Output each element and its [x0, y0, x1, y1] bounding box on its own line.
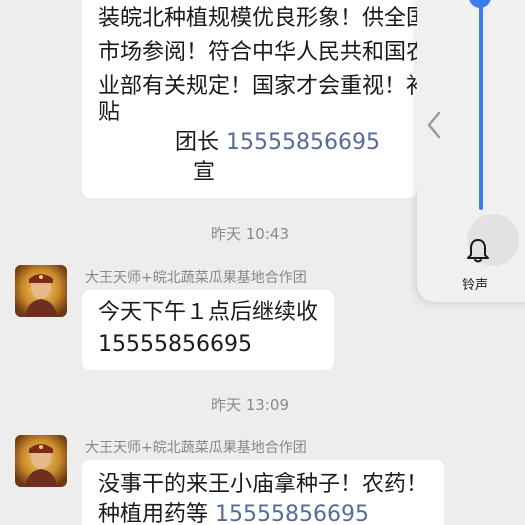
message-bubble-2: 今天下午１点后继续收 15555856695: [82, 290, 334, 370]
avatar[interactable]: [15, 435, 67, 487]
phone-link[interactable]: 15555856695: [98, 330, 252, 360]
avatar[interactable]: [15, 265, 67, 317]
bell-icon: [467, 239, 489, 263]
message-text: 今天下午１点后继续收: [98, 300, 319, 325]
timestamp: 昨天 13:09: [211, 396, 289, 414]
message-line: 市场参阅！符合中华人民共和国农: [98, 40, 429, 65]
message-line: 贴: [98, 100, 121, 125]
message-signature: 团长 15555856695: [175, 128, 380, 158]
chevron-left-icon[interactable]: [424, 110, 444, 140]
phone-link[interactable]: 15555856695: [226, 130, 380, 155]
ringtone-label: 铃声: [462, 278, 489, 293]
phone-link[interactable]: 15555856695: [215, 502, 369, 525]
sender-name: 大王天师+皖北蔬菜瓜果基地合作团: [85, 270, 307, 286]
volume-slider[interactable]: [479, 0, 483, 210]
message-line: 业部有关规定！国家才会重视！补: [98, 74, 429, 99]
signature-name: 团长: [175, 130, 220, 155]
message-text-line2: 种植用药等 15555856695: [98, 500, 369, 525]
message-text: 种植用药等: [98, 502, 209, 525]
message-bubble-3: 没事干的来王小庙拿种子！农药！ 种植用药等 15555856695: [82, 460, 444, 525]
message-text: 没事干的来王小庙拿种子！农药！: [98, 472, 429, 497]
message-line: 宣: [193, 160, 216, 185]
message-line: 装皖北种植规模优良形象！供全国: [98, 6, 429, 31]
message-bubble-1: 装皖北种植规模优良形象！供全国 市场参阅！符合中华人民共和国农 业部有关规定！国…: [82, 0, 428, 198]
sender-name: 大王天师+皖北蔬菜瓜果基地合作团: [85, 440, 307, 456]
